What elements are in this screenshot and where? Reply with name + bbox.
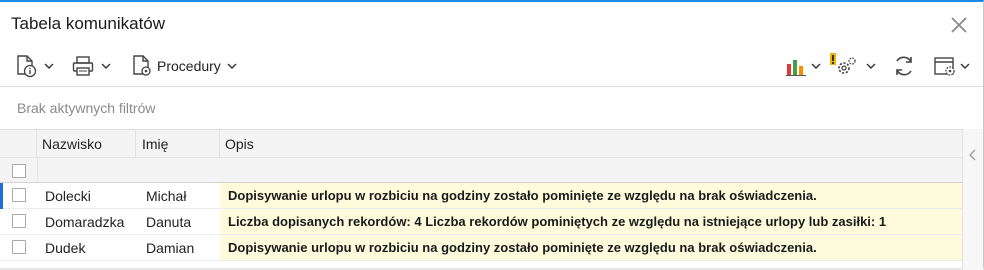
close-button[interactable] (949, 15, 969, 35)
row-surname: Domaradzka (45, 214, 125, 230)
window-settings-icon (934, 57, 955, 76)
row-checkbox[interactable] (12, 214, 26, 228)
row-description: Dopisywanie urlopu w rozbiciu na godziny… (220, 183, 962, 208)
settings-alert-button[interactable] (830, 52, 876, 80)
chevron-down-icon (44, 63, 54, 69)
procedures-button[interactable]: Procedury (131, 52, 237, 80)
table-row[interactable]: Dolecki Michał Dopisywanie urlopu w rozb… (0, 183, 962, 209)
row-name: Danuta (146, 214, 192, 230)
row-name: Michał (146, 188, 187, 204)
settings-alert-icon (830, 53, 856, 74)
print-button[interactable] (71, 52, 111, 80)
row-surname: Dolecki (45, 188, 91, 204)
table-row[interactable]: Dudek Damian Dopisywanie urlopu w rozbic… (0, 235, 962, 261)
procedure-icon (133, 55, 151, 76)
row-checkbox[interactable] (12, 188, 26, 202)
refresh-button[interactable] (892, 52, 916, 80)
chevron-down-icon (960, 63, 970, 69)
title-bar: Tabela komunikatów (0, 4, 983, 44)
window-title: Tabela komunikatów (11, 14, 166, 33)
header-name[interactable]: Imię (136, 130, 220, 158)
message-grid: Nazwisko Imię Opis Dolecki Michał Dopisy… (0, 129, 983, 270)
print-icon (72, 56, 94, 76)
select-all-checkbox[interactable] (12, 164, 26, 178)
chevron-down-icon (227, 63, 237, 69)
chart-icon (786, 60, 806, 76)
document-info-button[interactable] (14, 52, 54, 80)
column-filter-row (0, 157, 962, 183)
filter-bar: Brak aktywnych filtrów (0, 87, 983, 129)
chevron-down-icon (101, 63, 111, 69)
chevron-down-icon (866, 63, 876, 69)
table-header: Nazwisko Imię Opis (0, 129, 962, 158)
message-table-window: Tabela komunikatów Procedury Brak aktywn… (0, 0, 984, 270)
procedures-label: Procedury (157, 58, 221, 74)
filter-status: Brak aktywnych filtrów (17, 100, 156, 116)
close-icon (951, 17, 967, 33)
row-checkbox[interactable] (12, 240, 26, 254)
collapse-panel-icon (969, 149, 976, 161)
header-surname[interactable]: Nazwisko (37, 130, 136, 158)
chevron-down-icon (811, 63, 821, 69)
chart-button[interactable] (785, 52, 821, 80)
toolbar: Procedury (0, 46, 983, 86)
filter-divider (37, 158, 38, 183)
row-description: Dopisywanie urlopu w rozbiciu na godziny… (220, 235, 962, 260)
row-description: Liczba dopisanych rekordów: 4 Liczba rek… (220, 209, 962, 234)
window-settings-button[interactable] (933, 52, 970, 80)
row-surname: Dudek (45, 240, 86, 256)
refresh-icon (896, 56, 912, 76)
table-row[interactable]: Domaradzka Danuta Liczba dopisanych reko… (0, 209, 962, 235)
row-name: Damian (146, 240, 195, 256)
side-panel-toggle[interactable] (962, 129, 983, 270)
header-select-column (0, 130, 37, 158)
document-info-icon (17, 55, 37, 78)
header-description[interactable]: Opis (220, 130, 962, 158)
